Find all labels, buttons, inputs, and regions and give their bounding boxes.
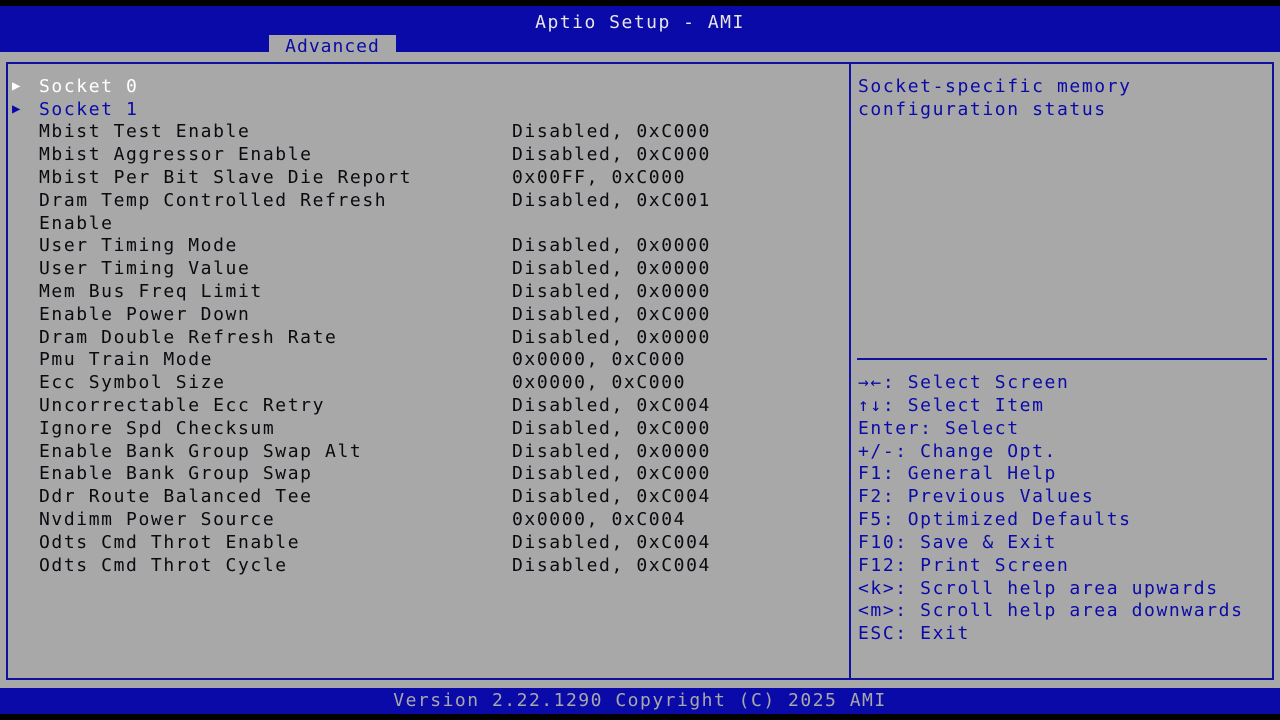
setting-odts-cmd-throt-cycle[interactable]: Odts Cmd Throt Cycle Disabled, 0xC004	[12, 554, 842, 577]
setting-enable-power-down[interactable]: Enable Power Down Disabled, 0xC000	[12, 303, 842, 326]
key-hint-previous-values: F2: Previous Values	[858, 486, 1095, 507]
setting-mbist-test-enable[interactable]: Mbist Test Enable Disabled, 0xC000	[12, 120, 842, 143]
key-hint-change-opt: +/-: Change Opt.	[858, 441, 1057, 462]
setting-value: Disabled, 0x0000	[512, 258, 711, 279]
setting-dram-double-refresh-rate[interactable]: Dram Double Refresh Rate Disabled, 0x000…	[12, 326, 842, 349]
app-title: Aptio Setup - AMI	[535, 12, 745, 33]
setting-value: Disabled, 0x0000	[512, 281, 711, 302]
setting-value: Disabled, 0x0000	[512, 235, 711, 256]
setting-odts-cmd-throt-enable[interactable]: Odts Cmd Throt Enable Disabled, 0xC004	[12, 531, 842, 554]
setting-nvdimm-power-source[interactable]: Nvdimm Power Source 0x0000, 0xC004	[12, 508, 842, 531]
key-hint-select-item: ↑↓: Select Item	[858, 395, 1045, 416]
setting-value: Disabled, 0xC004	[512, 395, 711, 416]
setting-enable-bank-group-swap[interactable]: Enable Bank Group Swap Disabled, 0xC000	[12, 462, 842, 485]
setting-label: Odts Cmd Throt Enable	[39, 532, 301, 553]
setting-label: Mem Bus Freq Limit	[39, 281, 263, 302]
vertical-divider	[849, 62, 851, 680]
setting-label: Enable Bank Group Swap	[39, 463, 313, 484]
setting-uncorrectable-ecc-retry[interactable]: Uncorrectable Ecc Retry Disabled, 0xC004	[12, 394, 842, 417]
setting-user-timing-value[interactable]: User Timing Value Disabled, 0x0000	[12, 257, 842, 280]
setting-value: 0x00FF, 0xC000	[512, 167, 687, 188]
setting-pmu-train-mode[interactable]: Pmu Train Mode 0x0000, 0xC000	[12, 348, 842, 371]
setting-value: Disabled, 0xC000	[512, 304, 711, 325]
setting-dram-temp-controlled-refresh-cont: Enable	[12, 212, 842, 235]
setting-label: Mbist Per Bit Slave Die Report	[39, 167, 413, 188]
setting-ignore-spd-checksum[interactable]: Ignore Spd Checksum Disabled, 0xC000	[12, 417, 842, 440]
submenu-label: Socket 1	[39, 99, 139, 120]
key-hint-scroll-down: <m>: Scroll help area downwards	[858, 600, 1244, 621]
setting-value: Disabled, 0xC000	[512, 121, 711, 142]
setting-label-continued: Enable	[39, 213, 114, 234]
help-description-line-2: configuration status	[858, 99, 1107, 120]
key-hint-select-screen: →←: Select Screen	[858, 372, 1070, 393]
setting-value: 0x0000, 0xC000	[512, 372, 687, 393]
setting-label: Mbist Aggressor Enable	[39, 144, 313, 165]
footer-bar: Version 2.22.1290 Copyright (C) 2025 AMI	[0, 688, 1280, 714]
setting-dram-temp-controlled-refresh[interactable]: Dram Temp Controlled Refresh Disabled, 0…	[12, 189, 842, 212]
triangle-right-icon: ▶	[12, 78, 23, 94]
setting-value: Disabled, 0xC000	[512, 463, 711, 484]
submenu-socket-1[interactable]: ▶ Socket 1	[12, 98, 842, 121]
setting-ecc-symbol-size[interactable]: Ecc Symbol Size 0x0000, 0xC000	[12, 371, 842, 394]
setting-label: Uncorrectable Ecc Retry	[39, 395, 326, 416]
setting-label: User Timing Value	[39, 258, 251, 279]
help-description-line-1: Socket-specific memory	[858, 76, 1132, 97]
setting-mbist-aggressor-enable[interactable]: Mbist Aggressor Enable Disabled, 0xC000	[12, 143, 842, 166]
setting-label: Enable Power Down	[39, 304, 251, 325]
setting-mem-bus-freq-limit[interactable]: Mem Bus Freq Limit Disabled, 0x0000	[12, 280, 842, 303]
setting-label: Enable Bank Group Swap Alt	[39, 441, 363, 462]
setting-user-timing-mode[interactable]: User Timing Mode Disabled, 0x0000	[12, 234, 842, 257]
key-hint-scroll-up: <k>: Scroll help area upwards	[858, 578, 1219, 599]
key-hint-optimized-defaults: F5: Optimized Defaults	[858, 509, 1132, 530]
setting-label: Nvdimm Power Source	[39, 509, 276, 530]
version-text: Version 2.22.1290 Copyright (C) 2025 AMI	[393, 690, 887, 711]
setting-label: Odts Cmd Throt Cycle	[39, 555, 288, 576]
key-hint-print-screen: F12: Print Screen	[858, 555, 1070, 576]
triangle-right-icon: ▶	[12, 101, 23, 117]
setting-value: Disabled, 0x0000	[512, 327, 711, 348]
setting-value: Disabled, 0xC000	[512, 418, 711, 439]
setting-value: 0x0000, 0xC000	[512, 349, 687, 370]
key-hint-save-exit: F10: Save & Exit	[858, 532, 1057, 553]
setting-value: 0x0000, 0xC004	[512, 509, 687, 530]
setting-value: Disabled, 0xC004	[512, 555, 711, 576]
setting-value: Disabled, 0xC000	[512, 144, 711, 165]
setting-label: Ddr Route Balanced Tee	[39, 486, 313, 507]
setting-mbist-per-bit-slave-die-report[interactable]: Mbist Per Bit Slave Die Report 0x00FF, 0…	[12, 166, 842, 189]
setting-value: Disabled, 0xC004	[512, 532, 711, 553]
setting-ddr-route-balanced-tee[interactable]: Ddr Route Balanced Tee Disabled, 0xC004	[12, 485, 842, 508]
help-divider	[857, 358, 1267, 360]
setting-label: Pmu Train Mode	[39, 349, 214, 370]
key-hint-general-help: F1: General Help	[858, 463, 1057, 484]
main-panel: ▶ Socket 0 ▶ Socket 1 Mbist Test Enable …	[0, 52, 1280, 688]
submenu-label: Socket 0	[39, 76, 139, 97]
submenu-socket-0[interactable]: ▶ Socket 0	[12, 75, 842, 98]
key-hint-enter: Enter: Select	[858, 418, 1020, 439]
setting-value: Disabled, 0xC001	[512, 190, 711, 211]
setting-enable-bank-group-swap-alt[interactable]: Enable Bank Group Swap Alt Disabled, 0x0…	[12, 440, 842, 463]
key-hint-esc-exit: ESC: Exit	[858, 623, 970, 644]
setting-label: Mbist Test Enable	[39, 121, 251, 142]
setting-value: Disabled, 0x0000	[512, 441, 711, 462]
setting-label: Ignore Spd Checksum	[39, 418, 276, 439]
setting-label: Dram Temp Controlled Refresh	[39, 190, 388, 211]
bios-screen: Aptio Setup - AMI Advanced ▶ Socket 0 ▶ …	[0, 0, 1280, 720]
setting-label: Dram Double Refresh Rate	[39, 327, 338, 348]
setting-label: Ecc Symbol Size	[39, 372, 226, 393]
header-bar: Aptio Setup - AMI Advanced	[0, 6, 1280, 58]
setting-label: User Timing Mode	[39, 235, 238, 256]
setting-value: Disabled, 0xC004	[512, 486, 711, 507]
